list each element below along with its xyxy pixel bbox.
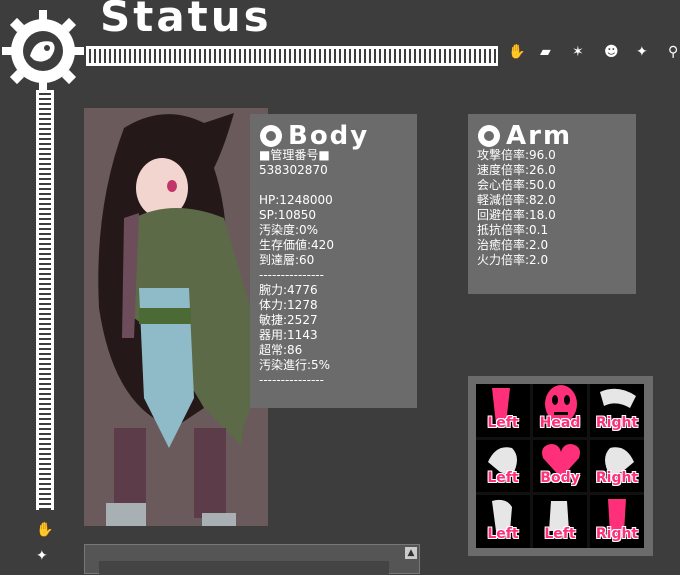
creature-icon[interactable]: ✶ xyxy=(572,44,590,60)
figure-icon[interactable]: ✦ xyxy=(636,44,654,60)
figure-small-icon[interactable]: ⚲ xyxy=(668,44,680,60)
emblem-icon xyxy=(260,125,282,147)
attack-rate-stat: 攻撃倍率:96.0 xyxy=(477,148,556,162)
body-part-left-leg[interactable]: Left xyxy=(476,495,530,548)
hp-stat: HP:1248000 xyxy=(259,193,333,207)
body-part-label: Left xyxy=(487,526,519,542)
healing-rate-stat: 治癒倍率:2.0 xyxy=(477,238,549,252)
body-part-selector: Left Head Right Left Body Right Left Lef… xyxy=(468,376,653,556)
header-icon-bar: ✋ ▰ ✶ ☻ ✦ ⚲ xyxy=(508,44,680,60)
management-number-value: 538302870 xyxy=(259,163,328,177)
divider: --------------- xyxy=(259,373,324,387)
body-part-right-arm[interactable]: Right xyxy=(590,384,644,437)
character-portrait xyxy=(84,108,268,526)
body-part-left-arm-lower[interactable]: Left xyxy=(476,439,530,493)
sp-stat: SP:10850 xyxy=(259,208,317,222)
body-part-body[interactable]: Body xyxy=(533,439,587,493)
critical-rate-stat: 会心倍率:50.0 xyxy=(477,178,556,192)
speed-rate-stat: 速度倍率:26.0 xyxy=(477,163,556,177)
message-area xyxy=(99,561,389,575)
body-part-label: Right xyxy=(595,414,639,431)
firepower-rate-stat: 火力倍率:2.0 xyxy=(477,253,549,267)
gear-emblem-icon xyxy=(0,8,86,94)
face-icon[interactable]: ☻ xyxy=(604,44,622,60)
body-stats-panel: Body ■管理番号■ 538302870 HP:1248000 SP:1085… xyxy=(250,114,417,408)
chain-border-vertical xyxy=(36,90,54,510)
paranormal-stat: 超常:86 xyxy=(259,343,303,357)
emblem-icon xyxy=(478,125,500,147)
contamination-stat: 汚染度:0% xyxy=(259,223,319,237)
body-part-head[interactable]: Head xyxy=(533,384,587,437)
body-part-label: Left xyxy=(487,414,519,431)
body-part-right-leg[interactable]: Right xyxy=(590,495,644,548)
body-part-label: Right xyxy=(595,526,639,542)
agility-stat: 敏捷:2527 xyxy=(259,313,318,327)
strength-stat: 腕力:4776 xyxy=(259,283,318,297)
body-part-label: Head xyxy=(539,414,581,431)
body-panel-title: Body xyxy=(288,121,370,151)
chain-border-horizontal xyxy=(86,46,498,66)
scroll-up-button[interactable]: ▲ xyxy=(405,547,417,559)
resistance-rate-stat: 抵抗倍率:0.1 xyxy=(477,223,549,237)
contamination-progress-stat: 汚染進行:5% xyxy=(259,358,331,372)
reached-floor-stat: 到達層:60 xyxy=(259,253,315,267)
bottle-icon[interactable]: ▰ xyxy=(540,44,558,60)
body-part-label: Body xyxy=(540,470,580,487)
body-part-label: Left xyxy=(544,526,576,542)
body-part-left-leg-lower[interactable]: Left xyxy=(533,495,587,548)
body-part-label: Left xyxy=(487,470,519,487)
body-part-left-arm[interactable]: Left xyxy=(476,384,530,437)
arm-stats-panel: Arm 攻撃倍率:96.0 速度倍率:26.0 会心倍率:50.0 軽減倍率:8… xyxy=(468,114,636,294)
divider: --------------- xyxy=(259,268,324,282)
evasion-rate-stat: 回避倍率:18.0 xyxy=(477,208,556,222)
survival-value-stat: 生存価値:420 xyxy=(259,238,334,252)
body-part-label: Right xyxy=(595,470,639,487)
hand-icon[interactable]: ✋ xyxy=(36,522,53,538)
stamina-stat: 体力:1278 xyxy=(259,298,318,312)
dexterity-stat: 器用:1143 xyxy=(259,328,318,342)
reduction-rate-stat: 軽減倍率:82.0 xyxy=(477,193,556,207)
arm-panel-title: Arm xyxy=(506,121,573,151)
figure-icon[interactable]: ✦ xyxy=(36,548,48,564)
hand-icon[interactable]: ✋ xyxy=(508,44,526,60)
page-title: Status xyxy=(100,0,272,41)
body-part-right-arm-lower[interactable]: Right xyxy=(590,439,644,493)
